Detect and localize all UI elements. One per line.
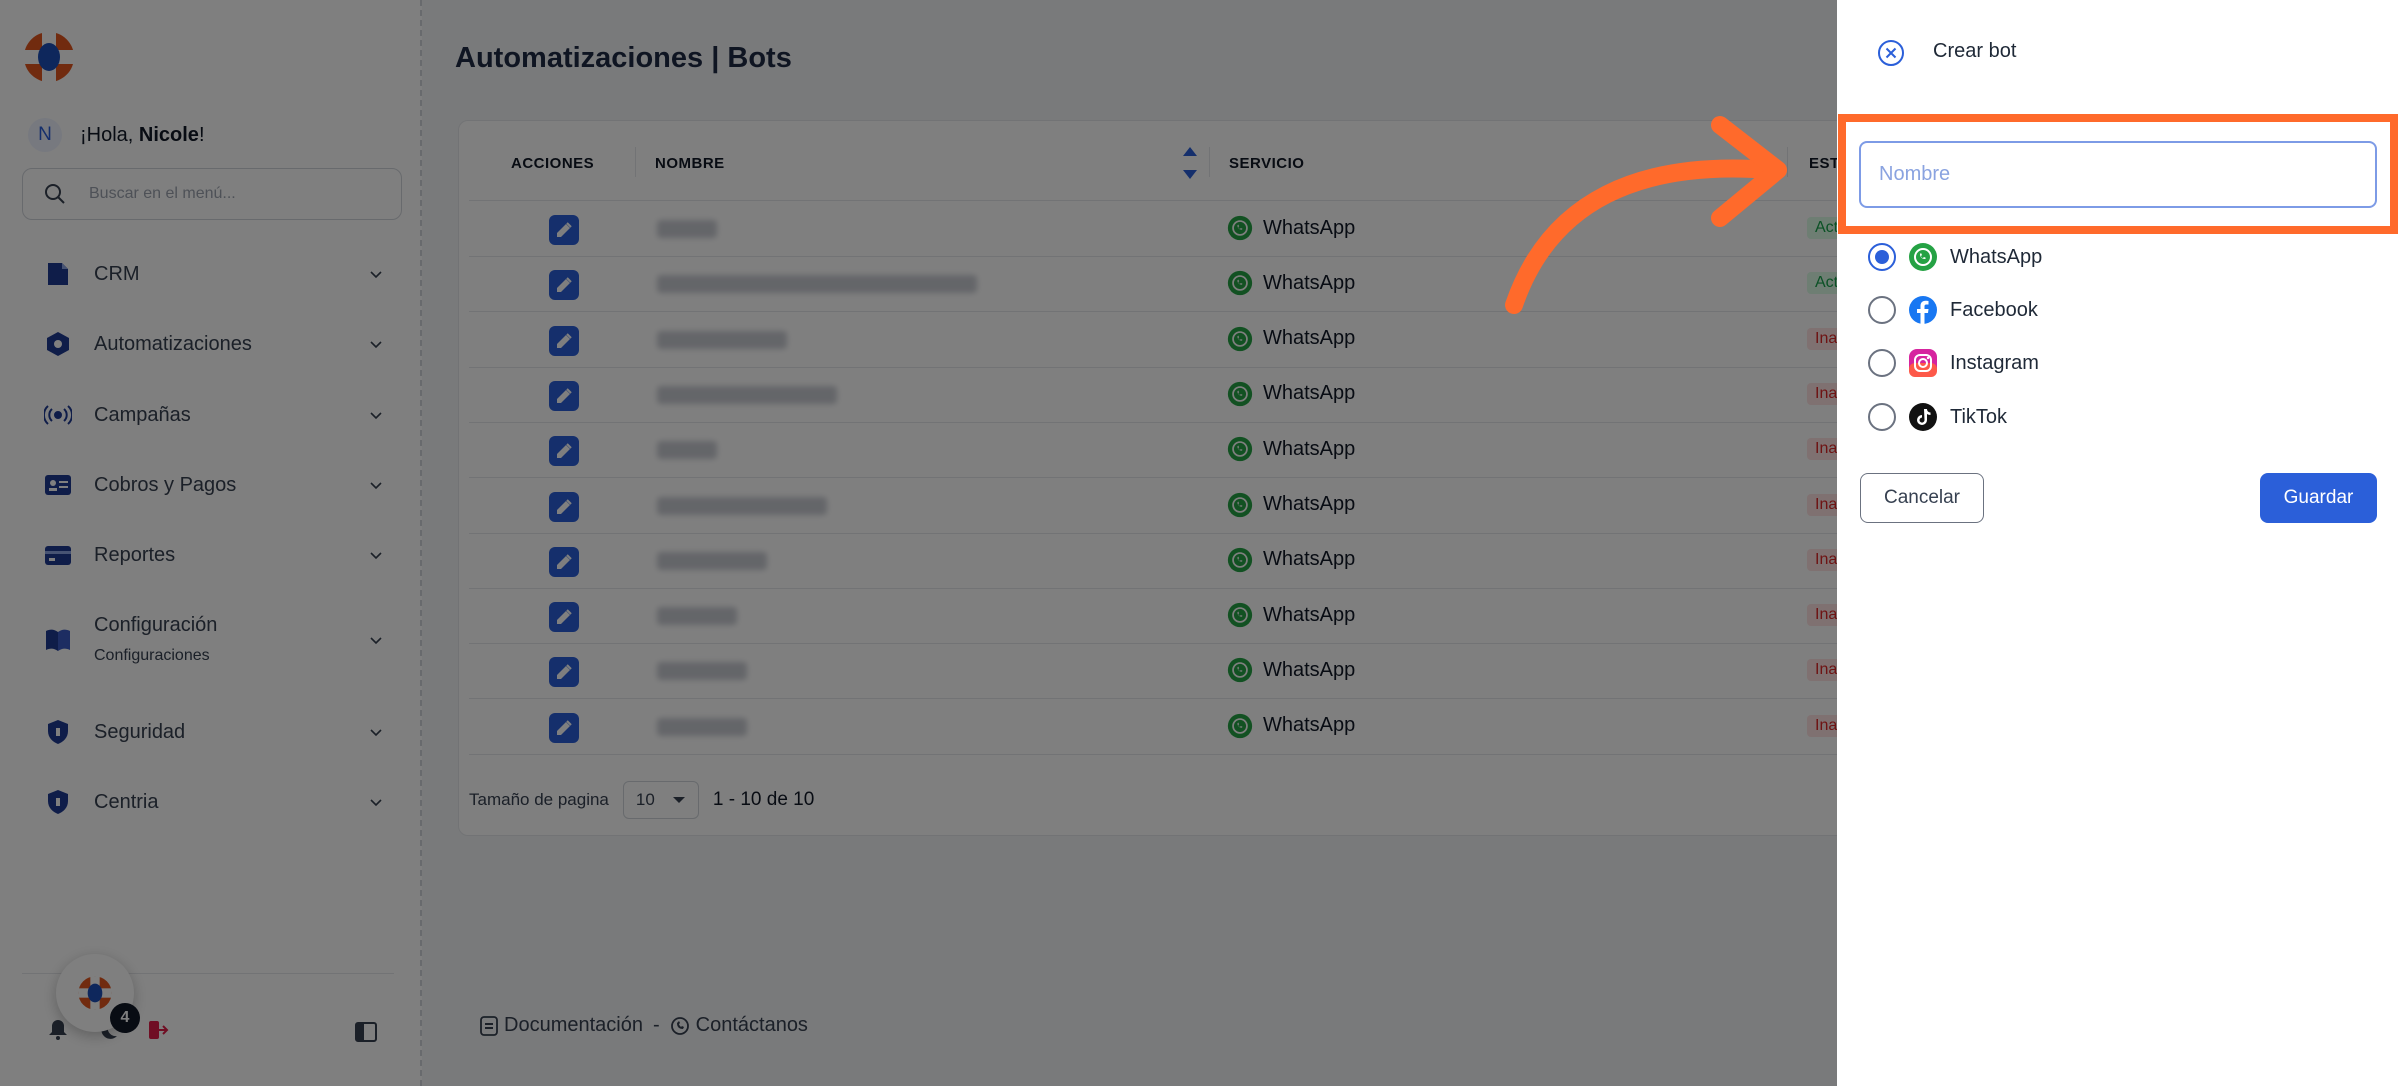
service-label: TikTok (1950, 405, 2008, 428)
radio-button[interactable] (1868, 243, 1896, 271)
service-option-instagram[interactable]: Instagram (1868, 348, 2039, 378)
radio-button[interactable] (1868, 403, 1896, 431)
instagram-icon (1909, 349, 1937, 377)
whatsapp-icon (1909, 243, 1937, 271)
drawer-title: Crear bot (1933, 40, 2017, 62)
save-button[interactable]: Guardar (2260, 473, 2377, 523)
annotation-arrow (1505, 116, 1787, 314)
radio-button[interactable] (1868, 296, 1896, 324)
service-label: WhatsApp (1950, 245, 2043, 268)
tiktok-icon (1909, 403, 1937, 431)
service-option-whatsapp[interactable]: WhatsApp (1868, 242, 2042, 272)
facebook-icon (1909, 296, 1937, 324)
highlight-box (1838, 114, 2398, 234)
service-option-facebook[interactable]: Facebook (1868, 295, 2038, 325)
service-option-tiktok[interactable]: TikTok (1868, 402, 2007, 432)
cancel-button[interactable]: Cancelar (1860, 473, 1984, 523)
close-icon[interactable] (1876, 38, 1906, 68)
radio-button[interactable] (1868, 349, 1896, 377)
service-label: Instagram (1950, 351, 2039, 374)
service-label: Facebook (1950, 298, 2038, 321)
